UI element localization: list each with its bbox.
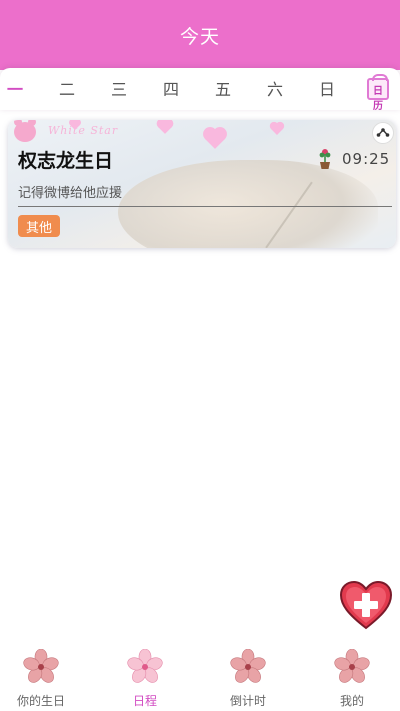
calendar-icon[interactable]: 日历 bbox=[367, 74, 389, 112]
nav-label-mine: 我的 bbox=[339, 694, 364, 708]
heart-plus-icon bbox=[339, 580, 393, 630]
page-title: 今天 bbox=[179, 25, 220, 48]
add-event-button[interactable] bbox=[338, 578, 394, 634]
heart-decoration-icon bbox=[271, 123, 283, 135]
event-card[interactable]: White Star 权志龙生日 09:25 记得微博给他应援 其他 bbox=[8, 120, 396, 248]
cherry-blossom-icon bbox=[230, 649, 266, 683]
nav-label-birthday: 你的生日 bbox=[16, 694, 65, 708]
nav-item-birthday[interactable]: 你的生日 bbox=[0, 645, 91, 711]
cherry-blossom-icon bbox=[23, 649, 59, 683]
card-deco-text: White Star bbox=[48, 124, 119, 137]
weekday-thu[interactable]: 四 bbox=[151, 68, 191, 108]
share-icon bbox=[376, 128, 390, 137]
heart-decoration-icon bbox=[158, 120, 172, 134]
nav-item-schedule[interactable]: 日程 bbox=[95, 645, 195, 711]
cherry-blossom-icon bbox=[127, 649, 163, 683]
weekday-mon[interactable]: 一 bbox=[0, 68, 35, 108]
event-note: 记得微博给他应援 bbox=[18, 186, 123, 201]
top-bar: 今天 bbox=[0, 0, 400, 70]
bottom-navigation: 你的生日 日程 倒计时 我的 bbox=[0, 645, 400, 711]
weekday-sun[interactable]: 日 bbox=[307, 68, 347, 108]
nav-label-countdown: 倒计时 bbox=[229, 694, 266, 708]
cherry-blossom-icon bbox=[334, 649, 370, 683]
event-category-tag[interactable]: 其他 bbox=[18, 215, 61, 237]
week-selector: 一 二 三 四 五 六 日 日历 bbox=[0, 68, 400, 112]
nav-item-countdown[interactable]: 倒计时 bbox=[198, 645, 298, 711]
weekday-sat[interactable]: 六 bbox=[255, 68, 295, 108]
card-options-button[interactable] bbox=[372, 122, 394, 144]
weekday-fri[interactable]: 五 bbox=[203, 68, 243, 108]
event-title: 权志龙生日 bbox=[18, 150, 114, 172]
nav-item-mine[interactable]: 我的 bbox=[302, 645, 400, 711]
heart-decoration-icon bbox=[205, 129, 225, 149]
nav-label-schedule: 日程 bbox=[132, 694, 157, 708]
weekday-tue[interactable]: 二 bbox=[47, 68, 87, 108]
potted-plant-icon bbox=[319, 149, 331, 169]
event-time: 09:25 bbox=[342, 150, 391, 168]
calendar-icon-label: 日历 bbox=[373, 86, 383, 112]
card-divider bbox=[18, 206, 392, 207]
bear-decoration-icon bbox=[14, 120, 36, 142]
card-background-image bbox=[118, 160, 378, 248]
weekday-wed[interactable]: 三 bbox=[99, 68, 139, 108]
